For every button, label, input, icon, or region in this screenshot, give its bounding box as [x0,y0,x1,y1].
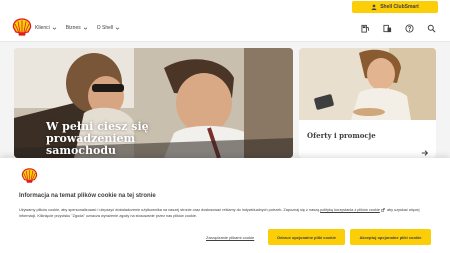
nav-item-o-shell[interactable]: O Shell [97,25,120,31]
arrow-right-icon[interactable] [421,149,429,157]
external-link-icon [381,207,385,212]
cookie-policy-link[interactable]: polityką korzystania z plików cookie [320,208,380,212]
reject-optional-cookies-button[interactable]: Odrzuć opcjonalne pliki cookie [268,229,345,245]
cookie-description: Używamy plików cookie, aby spersonalizow… [19,207,433,219]
promo-card[interactable]: Oferty i promocje [299,48,436,158]
cookie-title: Informacja na temat plików cookie na tej… [19,193,156,199]
cookie-consent-banner: Informacja na temat plików cookie na tej… [0,158,450,253]
hero-banner[interactable]: W pełni ciesz się prowadzeniem samochodu [14,48,293,158]
promo-photo [299,48,436,120]
fuel-station-icon[interactable] [361,24,370,33]
nav-item-label: O Shell [96,25,114,31]
chevron-down-icon [52,27,56,30]
chevron-down-icon [115,27,120,30]
search-icon[interactable] [427,24,436,33]
nav-item-label: Klienci [35,25,50,31]
nav-item-klienci[interactable]: Klienci [35,25,57,31]
shell-logo [21,168,38,183]
cookie-text-part1: Używamy plików cookie, aby spersonalizow… [19,208,321,212]
shell-logo[interactable] [12,18,32,36]
main-navigation: Klienci Biznes O Shell [0,14,450,42]
top-utility-bar: Shell ClubSmart [0,0,450,14]
user-icon [371,4,377,10]
fuel-card-icon[interactable] [383,24,392,33]
manage-cookies-link[interactable]: Zarządzanie plikami cookie [206,235,254,240]
clubsmart-button[interactable]: Shell ClubSmart [352,1,438,13]
chevron-down-icon [83,27,87,30]
nav-item-biznes[interactable]: Biznes [66,25,88,31]
accept-optional-cookies-button[interactable]: Akceptuj opcjonalne pliki cookie [350,229,431,245]
hero-title: W pełni ciesz się prowadzeniem samochodu [46,120,149,157]
clubsmart-label: Shell ClubSmart [380,4,419,10]
promo-title: Oferty i promocje [307,131,376,140]
help-icon[interactable] [405,23,414,33]
nav-item-label: Biznes [65,25,81,31]
